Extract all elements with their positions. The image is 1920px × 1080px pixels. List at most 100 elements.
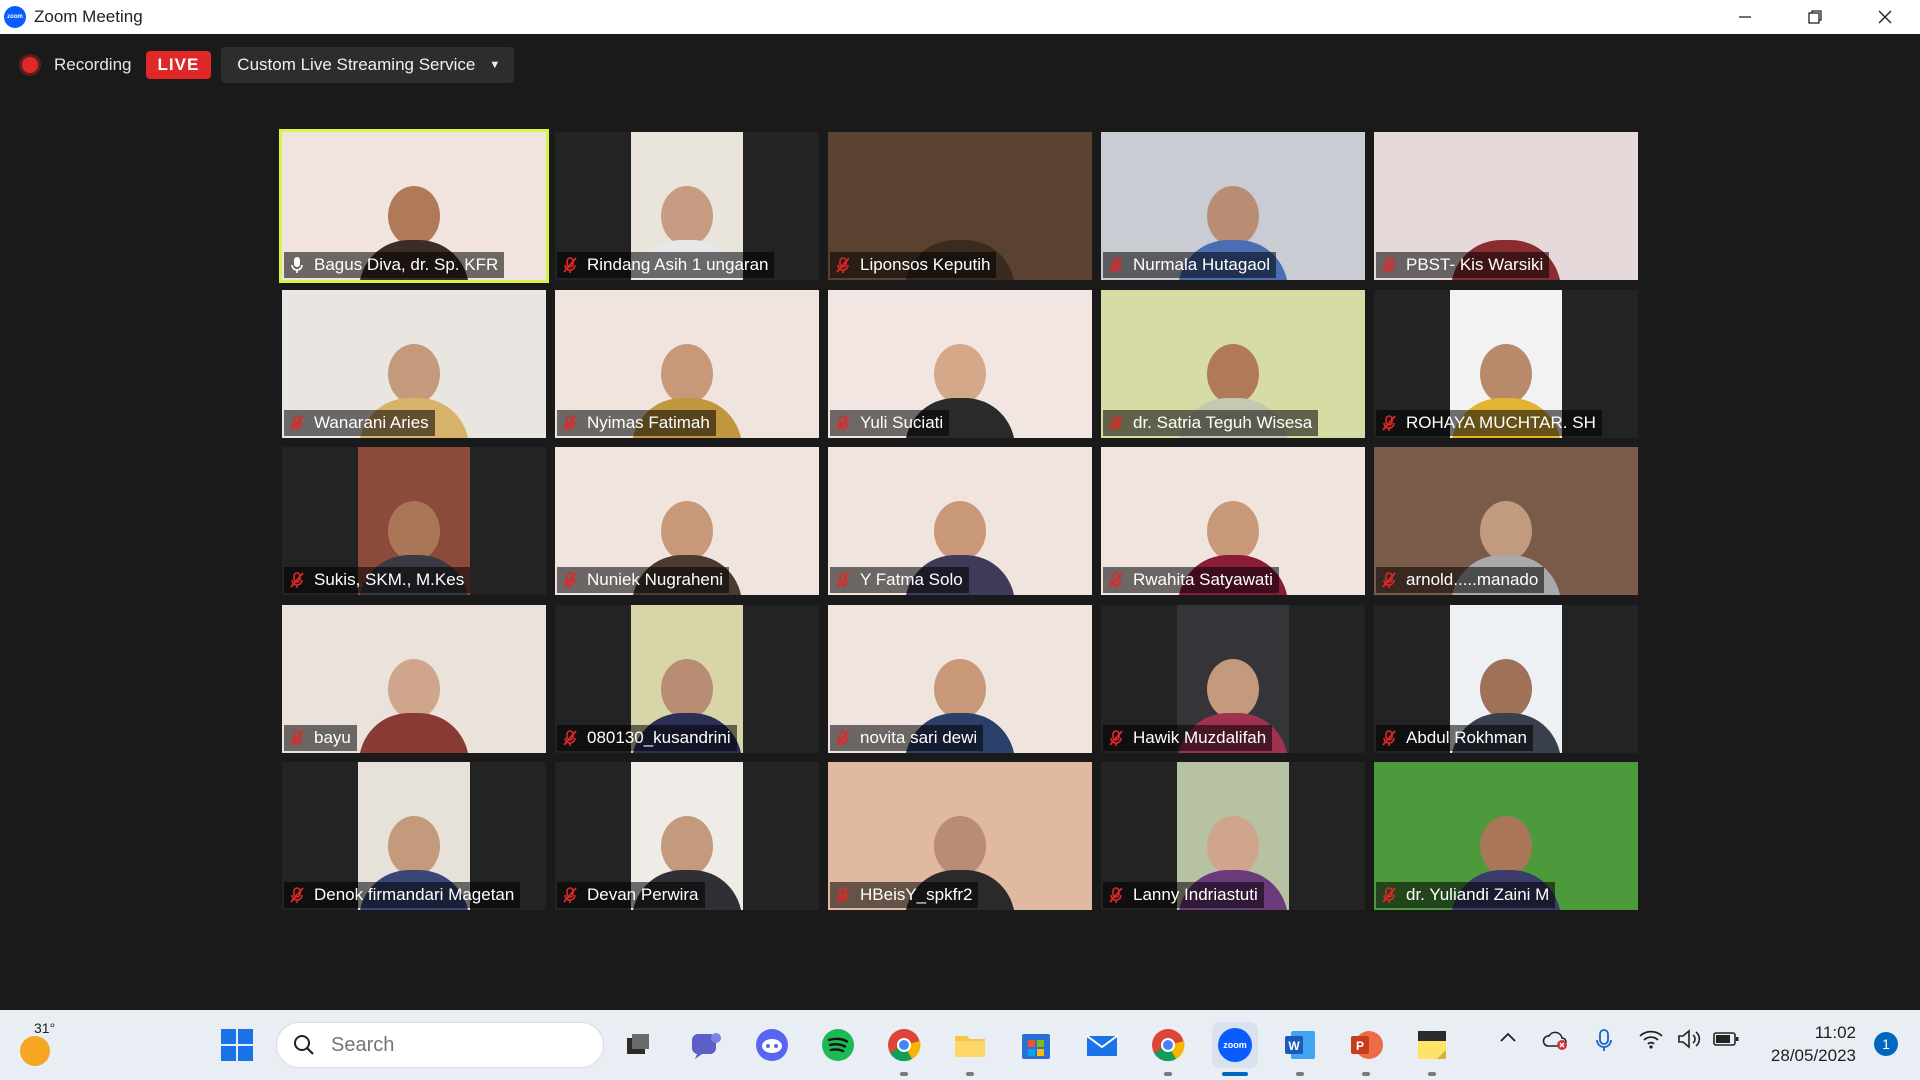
show-hidden-icons-button[interactable] [1498, 1028, 1518, 1053]
battery-button[interactable] [1712, 1028, 1740, 1055]
sticky-notes-icon [1418, 1031, 1446, 1059]
caret-down-icon: ▼ [489, 59, 501, 71]
participant-name: Nyimas Fatimah [587, 413, 710, 432]
clock-time: 11:02 [1814, 1023, 1856, 1042]
participant-body [359, 713, 469, 753]
discord-button[interactable] [752, 1025, 792, 1065]
microphone-muted-icon [1109, 415, 1123, 431]
restore-button[interactable] [1780, 0, 1850, 34]
participant-name-bar: PBST- Kis Warsiki [1376, 252, 1550, 278]
onedrive-button[interactable] [1542, 1028, 1570, 1057]
notification-badge[interactable]: 1 [1874, 1032, 1898, 1056]
participant-name-bar: Devan Perwira [557, 882, 705, 908]
participant-name-bar: Hawik Muzdalifah [1103, 725, 1273, 751]
participant-head [661, 501, 713, 561]
weather-widget[interactable]: 31° [12, 1018, 60, 1070]
task-view-button[interactable] [618, 1025, 658, 1065]
participant-head [1207, 186, 1259, 246]
participant-tile[interactable]: Yuli Suciati [828, 290, 1092, 438]
close-button[interactable] [1850, 0, 1920, 34]
participant-tile[interactable]: Abdul Rokhman [1374, 605, 1638, 753]
participant-tile[interactable]: Liponsos Keputih [828, 132, 1092, 280]
teams-button[interactable] [686, 1025, 726, 1065]
participant-name: Lanny Indriastuti [1133, 885, 1258, 904]
participant-tile[interactable]: Nurmala Hutagaol [1101, 132, 1365, 280]
participant-tile[interactable]: Lanny Indriastuti [1101, 762, 1365, 910]
microphone-muted-icon [1382, 572, 1396, 588]
participant-name: novita sari dewi [860, 728, 978, 747]
word-running-indicator [1296, 1072, 1304, 1076]
participant-name: dr. Yuliandi Zaini M [1406, 885, 1550, 904]
live-stream-service-dropdown[interactable]: Custom Live Streaming Service ▼ [221, 47, 515, 83]
chrome-profile-button[interactable] [1148, 1025, 1188, 1065]
microphone-muted-icon [1109, 887, 1123, 903]
microphone-muted-icon [563, 887, 577, 903]
zoom-active-indicator [1222, 1072, 1248, 1076]
live-badge[interactable]: LIVE [145, 51, 212, 79]
participant-tile[interactable]: Hawik Muzdalifah [1101, 605, 1365, 753]
participant-tile[interactable]: Devan Perwira [555, 762, 819, 910]
participant-tile[interactable]: dr. Satria Teguh Wisesa [1101, 290, 1365, 438]
start-icon [221, 1029, 253, 1061]
participant-head [661, 816, 713, 876]
spotify-button[interactable] [818, 1025, 858, 1065]
meeting-status-bar: Recording LIVE Custom Live Streaming Ser… [14, 46, 515, 84]
chrome-button[interactable] [884, 1025, 924, 1065]
participant-tile[interactable]: Rwahita Satyawati [1101, 447, 1365, 595]
microphone-muted-icon [836, 572, 850, 588]
task-view-icon [627, 1034, 649, 1054]
network-button[interactable] [1638, 1028, 1664, 1055]
participant-tile[interactable]: PBST- Kis Warsiki [1374, 132, 1638, 280]
participant-name: Wanarani Aries [314, 413, 429, 432]
microphone-muted-icon [1109, 257, 1123, 273]
microphone-muted-icon [290, 572, 304, 588]
participant-name: Y Fatma Solo [860, 570, 963, 589]
word-button[interactable]: W [1280, 1025, 1320, 1065]
participant-tile[interactable]: bayu [282, 605, 546, 753]
microphone-muted-icon [563, 415, 577, 431]
minimize-button[interactable] [1710, 0, 1780, 34]
stream-service-label: Custom Live Streaming Service [237, 55, 476, 74]
microphone-muted-icon [1382, 887, 1396, 903]
microphone-muted-icon [1382, 415, 1396, 431]
participant-tile[interactable]: dr. Yuliandi Zaini M [1374, 762, 1638, 910]
volume-button[interactable] [1676, 1028, 1702, 1055]
taskbar-search-box[interactable] [276, 1022, 604, 1068]
participant-tile[interactable]: arnold.....manado [1374, 447, 1638, 595]
sticky-notes-button[interactable] [1412, 1025, 1452, 1065]
participant-tile[interactable]: Nyimas Fatimah [555, 290, 819, 438]
explorer-running-indicator [966, 1072, 974, 1076]
start-button[interactable] [217, 1025, 257, 1065]
participant-name: Sukis, SKM., M.Kes [314, 570, 465, 589]
mail-button[interactable] [1082, 1025, 1122, 1065]
participant-tile[interactable]: Y Fatma Solo [828, 447, 1092, 595]
participant-tile[interactable]: HBeisY_spkfr2 [828, 762, 1092, 910]
participant-tile[interactable]: ROHAYA MUCHTAR. SH [1374, 290, 1638, 438]
microsoft-store-button[interactable] [1016, 1025, 1056, 1065]
participant-tile[interactable]: Bagus Diva, dr. Sp. KFR [279, 129, 549, 283]
participant-tile[interactable]: 080130_kusandrini [555, 605, 819, 753]
participant-name-bar: HBeisY_spkfr2 [830, 882, 979, 908]
microphone-tray-button[interactable] [1594, 1028, 1614, 1059]
svg-text:P: P [1356, 1039, 1364, 1053]
chrome-icon [888, 1029, 921, 1062]
participant-name: Bagus Diva, dr. Sp. KFR [314, 255, 499, 274]
participant-tile[interactable]: Wanarani Aries [282, 290, 546, 438]
participant-tile[interactable]: Sukis, SKM., M.Kes [282, 447, 546, 595]
participant-tile[interactable]: novita sari dewi [828, 605, 1092, 753]
participant-tile[interactable]: Rindang Asih 1 ungaran [555, 132, 819, 280]
participant-tile[interactable]: Nuniek Nugraheni [555, 447, 819, 595]
powerpoint-button[interactable]: P [1346, 1025, 1386, 1065]
file-explorer-button[interactable] [950, 1025, 990, 1065]
microphone-muted-icon [836, 415, 850, 431]
microphone-muted-icon [836, 730, 850, 746]
search-input[interactable] [331, 1033, 561, 1057]
teams-icon [692, 1033, 721, 1059]
taskbar-clock[interactable]: 11:02 28/05/2023 [1771, 1021, 1856, 1067]
chrome-profile-running-indicator [1164, 1072, 1172, 1076]
participant-head [388, 816, 440, 876]
participant-tile[interactable]: Denok firmandari Magetan [282, 762, 546, 910]
participant-head [388, 186, 440, 246]
zoom-button[interactable]: zoom [1212, 1022, 1258, 1068]
participant-head [661, 344, 713, 404]
